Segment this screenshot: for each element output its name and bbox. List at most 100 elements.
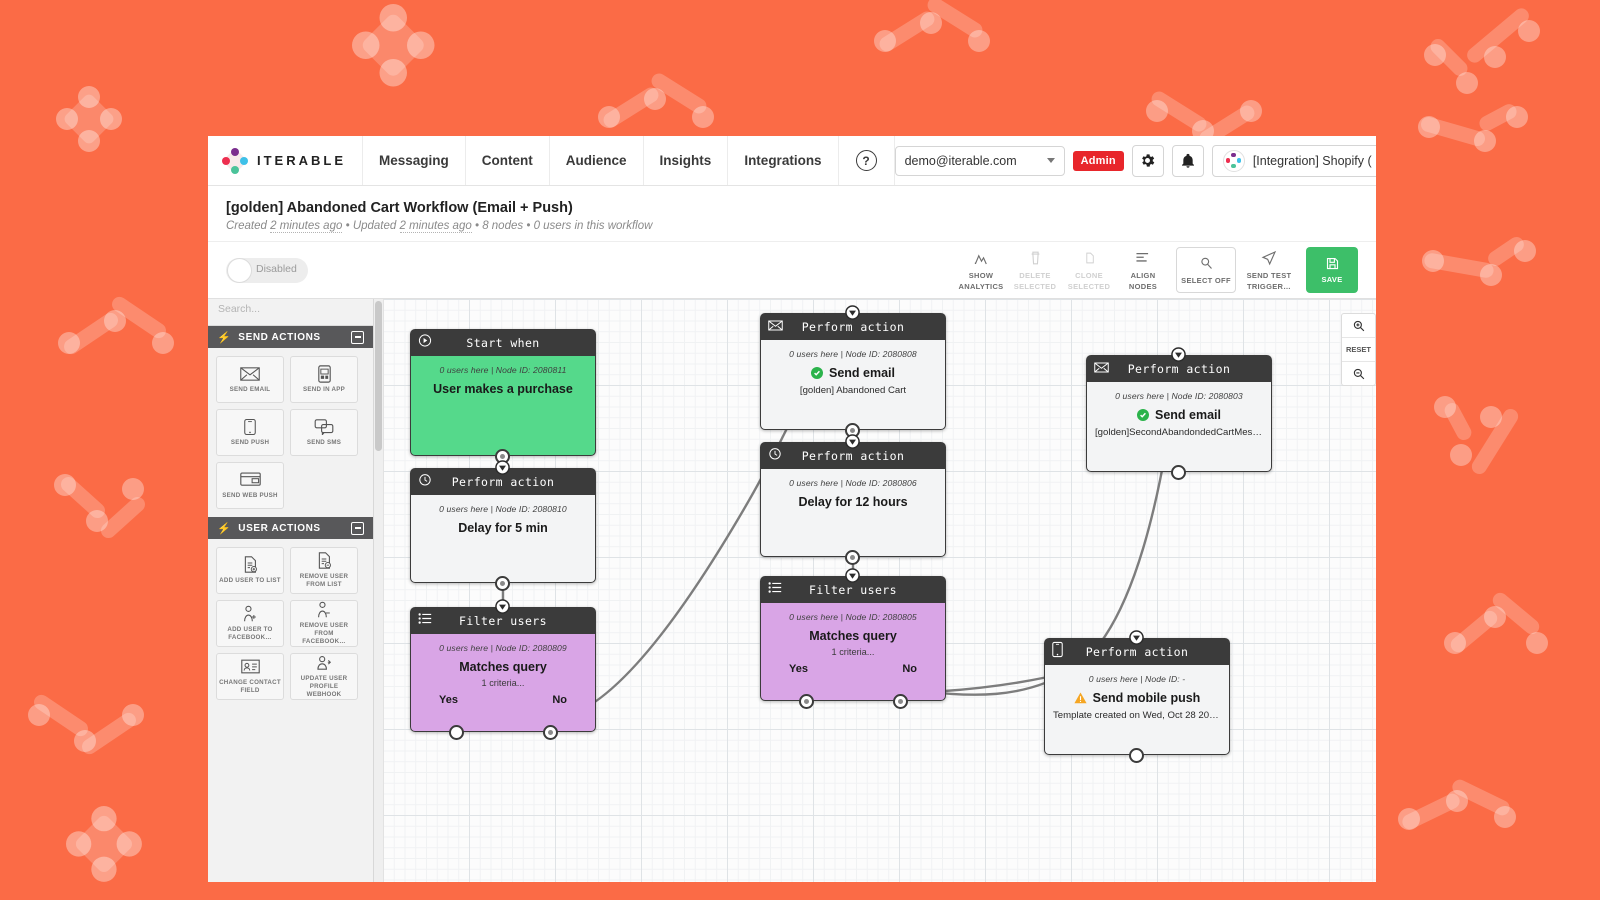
palette-section-user-actions-header[interactable]: ⚡ USER ACTIONS xyxy=(208,517,373,539)
node-body: 0 users here | Node ID: 2080808 Send ema… xyxy=(760,340,946,430)
node-header-title: Perform action xyxy=(1086,362,1272,376)
node-output-port-no[interactable] xyxy=(893,694,908,709)
node-output-port-yes[interactable] xyxy=(799,694,814,709)
palette-tile-label: SEND IN APP xyxy=(301,386,347,394)
account-selector[interactable]: demo@iterable.com xyxy=(895,146,1065,176)
nav-item-integrations[interactable]: Integrations xyxy=(728,136,838,185)
status-warning-icon xyxy=(1074,692,1087,704)
palette-section-send-actions-title: SEND ACTIONS xyxy=(238,332,320,343)
branch-yes-label: Yes xyxy=(439,694,458,706)
node-main-label: Delay for 5 min xyxy=(419,521,587,535)
status-ok-icon xyxy=(811,367,823,379)
meta-sep-2: • xyxy=(475,220,479,232)
palette-tile-send-email[interactable]: SEND EMAIL xyxy=(216,356,284,403)
save-button[interactable]: SAVE xyxy=(1306,247,1358,292)
palette-tile-add-user-to-facebook[interactable]: ADD USER TO FACEBOOK… xyxy=(216,600,284,647)
palette-tile-change-contact-field[interactable]: CHANGE CONTACT FIELD xyxy=(216,653,284,700)
palette-tile-remove-user-from-facebook[interactable]: REMOVE USER FROM FACEBOOK… xyxy=(290,600,358,647)
palette-tile-update-user-profile-webhook[interactable]: UPDATE USER PROFILE WEBHOOK xyxy=(290,653,358,700)
workflow-node-filter-users-1[interactable]: Filter users 0 users here | Node ID: 208… xyxy=(410,607,596,732)
zoom-reset-button[interactable]: RESET xyxy=(1342,338,1375,362)
node-body: 0 users here | Node ID: 2080803 Send ema… xyxy=(1086,382,1272,472)
status-ok-icon xyxy=(1137,409,1149,421)
toggle-knob xyxy=(227,258,252,283)
workflow-node-send-email-2[interactable]: Perform action 0 users here | Node ID: 2… xyxy=(1086,355,1272,472)
palette-tile-remove-user-from-list[interactable]: REMOVE USER FROM LIST xyxy=(290,547,358,594)
workflow-node-start-when[interactable]: Start when 0 users here | Node ID: 20808… xyxy=(410,329,596,456)
toolbar-actions: SHOW ANALYTICS DELETE SELECTED CLONE SEL… xyxy=(954,247,1358,292)
nav-item-insights[interactable]: Insights xyxy=(644,136,729,185)
settings-button[interactable] xyxy=(1132,145,1164,177)
integration-chip[interactable]: [Integration] Shopify ( xyxy=(1212,145,1376,177)
palette-tile-label: ADD USER TO FACEBOOK… xyxy=(217,626,283,642)
workflow-node-delay-12-hours[interactable]: Perform action 0 users here | Node ID: 2… xyxy=(760,442,946,557)
palette-tile-send-sms[interactable]: SEND SMS xyxy=(290,409,358,456)
palette-search-input[interactable]: Search... xyxy=(208,299,373,326)
palette-tile-add-user-to-list[interactable]: ADD USER TO LIST xyxy=(216,547,284,594)
meta-sep-1: • xyxy=(346,220,350,232)
node-input-port[interactable] xyxy=(845,434,860,449)
palette-tile-send-in-app[interactable]: SEND IN APP xyxy=(290,356,358,403)
meta-updated-value: 2 minutes ago xyxy=(400,220,472,233)
delete-selected-button: DELETE SELECTED xyxy=(1008,248,1062,291)
node-input-port[interactable] xyxy=(495,460,510,475)
send-test-trigger-button[interactable]: SEND TEST TRIGGER… xyxy=(1242,248,1296,291)
nav-item-messaging[interactable]: Messaging xyxy=(363,136,466,185)
play-circle-icon xyxy=(418,333,432,352)
zoom-in-button[interactable] xyxy=(1342,314,1375,338)
palette-tile-send-push[interactable]: SEND PUSH xyxy=(216,409,284,456)
iterable-logo[interactable]: ITERABLE xyxy=(208,136,363,185)
workflow-node-delay-5-min[interactable]: Perform action 0 users here | Node ID: 2… xyxy=(410,468,596,583)
save-label: SAVE xyxy=(1321,275,1342,284)
palette-section-send-actions-header[interactable]: ⚡ SEND ACTIONS xyxy=(208,326,373,348)
zoom-out-icon xyxy=(1352,367,1366,381)
zoom-out-button[interactable] xyxy=(1342,362,1375,385)
node-meta: 0 users here | Node ID: 2080805 xyxy=(769,612,937,622)
node-input-port[interactable] xyxy=(495,599,510,614)
node-meta: 0 users here | Node ID: 2080803 xyxy=(1095,391,1263,401)
palette-tile-send-web-push[interactable]: SEND WEB PUSH xyxy=(216,462,284,509)
node-main-label: User makes a purchase xyxy=(419,382,587,396)
workflow-canvas[interactable]: Start when 0 users here | Node ID: 20808… xyxy=(374,299,1376,882)
workflow-enable-toggle[interactable]: Disabled xyxy=(226,258,308,283)
node-output-port[interactable] xyxy=(1171,465,1186,480)
node-input-port[interactable] xyxy=(845,305,860,320)
scrollbar-thumb[interactable] xyxy=(375,301,382,451)
collapse-icon[interactable] xyxy=(351,331,364,344)
node-output-port[interactable] xyxy=(1129,748,1144,763)
collapse-icon[interactable] xyxy=(351,522,364,535)
node-output-port[interactable] xyxy=(845,550,860,565)
node-main-label: Matches query xyxy=(419,660,587,674)
workflow-node-send-email-1[interactable]: Perform action 0 users here | Node ID: 2… xyxy=(760,313,946,430)
help-button[interactable]: ? xyxy=(839,136,895,185)
canvas-zoom-controls: RESET xyxy=(1341,313,1376,386)
clone-selected-label: CLONE SELECTED xyxy=(1068,271,1110,290)
page-title: [golden] Abandoned Cart Workflow (Email … xyxy=(226,200,1358,216)
select-toggle-button[interactable]: SELECT OFF xyxy=(1176,247,1236,292)
align-nodes-button[interactable]: ALIGN NODES xyxy=(1116,248,1170,291)
palette-tile-label: ADD USER TO LIST xyxy=(217,577,283,585)
workflow-node-filter-users-2[interactable]: Filter users 0 users here | Node ID: 208… xyxy=(760,576,946,701)
node-output-port-yes[interactable] xyxy=(449,725,464,740)
show-analytics-button[interactable]: SHOW ANALYTICS xyxy=(954,248,1008,291)
notifications-button[interactable] xyxy=(1172,145,1204,177)
node-criteria: 1 criteria... xyxy=(419,678,587,688)
align-icon xyxy=(1116,248,1170,268)
branch-yes-label: Yes xyxy=(789,663,808,675)
node-header: Start when xyxy=(410,329,596,356)
node-output-port-no[interactable] xyxy=(543,725,558,740)
node-input-port[interactable] xyxy=(1171,347,1186,362)
document-minus-icon xyxy=(317,552,331,570)
node-input-port[interactable] xyxy=(845,568,860,583)
phone-icon xyxy=(1052,641,1063,662)
admin-badge[interactable]: Admin xyxy=(1073,151,1124,171)
node-branch-labels: Yes No xyxy=(419,688,587,706)
workflow-node-send-mobile-push[interactable]: Perform action 0 users here | Node ID: -… xyxy=(1044,638,1230,755)
node-input-port[interactable] xyxy=(1129,630,1144,645)
user-sync-icon xyxy=(316,654,333,672)
trash-icon xyxy=(1008,248,1062,268)
canvas-vertical-scrollbar[interactable] xyxy=(374,299,384,882)
node-output-port[interactable] xyxy=(495,576,510,591)
nav-item-audience[interactable]: Audience xyxy=(550,136,644,185)
nav-item-content[interactable]: Content xyxy=(466,136,550,185)
